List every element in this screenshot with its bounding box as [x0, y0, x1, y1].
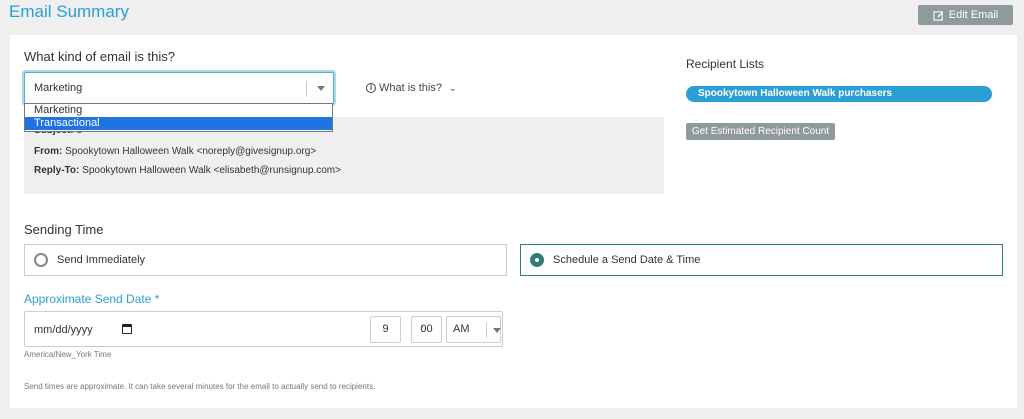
email-summary-card: What kind of email is this? Marketing Ma…	[10, 35, 1017, 408]
radio-unchecked-icon[interactable]	[34, 253, 48, 267]
edit-icon	[933, 10, 943, 21]
email-type-dropdown: Marketing Transactional	[24, 103, 333, 132]
email-type-value: Marketing	[34, 82, 83, 94]
edit-email-button[interactable]: Edit Email	[918, 5, 1013, 25]
hour-input[interactable]: 9	[370, 316, 401, 343]
radio-checked-icon[interactable]	[530, 253, 544, 267]
reply-to-line: Reply-To: Spookytown Halloween Walk <eli…	[34, 165, 341, 176]
email-type-question: What kind of email is this?	[24, 49, 176, 64]
schedule-option[interactable]: Schedule a Send Date & Time	[520, 244, 1003, 276]
ampm-select[interactable]: AM	[446, 316, 501, 343]
option-transactional[interactable]: Transactional	[25, 117, 332, 130]
what-is-this-link[interactable]: i What is this? ⌄	[366, 82, 457, 94]
send-date-label: Approximate Send Date *	[24, 292, 160, 306]
select-separator	[306, 81, 307, 97]
send-immediately-label: Send Immediately	[57, 254, 146, 266]
recipient-lists-title: Recipient Lists	[686, 57, 765, 71]
schedule-label: Schedule a Send Date & Time	[553, 254, 701, 266]
email-type-select[interactable]: Marketing	[24, 72, 334, 104]
date-input[interactable]: mm/dd/yyyy	[34, 324, 93, 336]
ampm-value: AM	[453, 323, 470, 335]
send-date-field: mm/dd/yyyy 9 : 00 AM	[24, 311, 503, 347]
send-time-note: Send times are approximate. It can take …	[24, 382, 376, 391]
minute-input[interactable]: 00	[411, 316, 442, 343]
ampm-separator	[486, 322, 487, 338]
recipient-list-pill: Spookytown Halloween Walk purchasers	[686, 86, 992, 102]
timezone-text: America/New_York Time	[24, 350, 112, 359]
edit-email-label: Edit Email	[948, 9, 999, 21]
calendar-icon[interactable]	[122, 324, 132, 334]
send-immediately-option[interactable]: Send Immediately	[24, 244, 507, 276]
chevron-down-icon[interactable]	[317, 86, 325, 91]
chevron-down-icon: ⌄	[448, 82, 457, 93]
option-marketing[interactable]: Marketing	[25, 104, 332, 117]
page-title: Email Summary	[9, 2, 129, 21]
sending-time-title: Sending Time	[24, 222, 104, 237]
info-icon: i	[366, 83, 376, 93]
chevron-down-icon[interactable]	[493, 328, 501, 333]
estimated-count-button[interactable]: Get Estimated Recipient Count	[686, 123, 835, 140]
what-is-this-label: What is this?	[379, 82, 442, 94]
from-line: From: Spookytown Halloween Walk <noreply…	[34, 146, 317, 157]
